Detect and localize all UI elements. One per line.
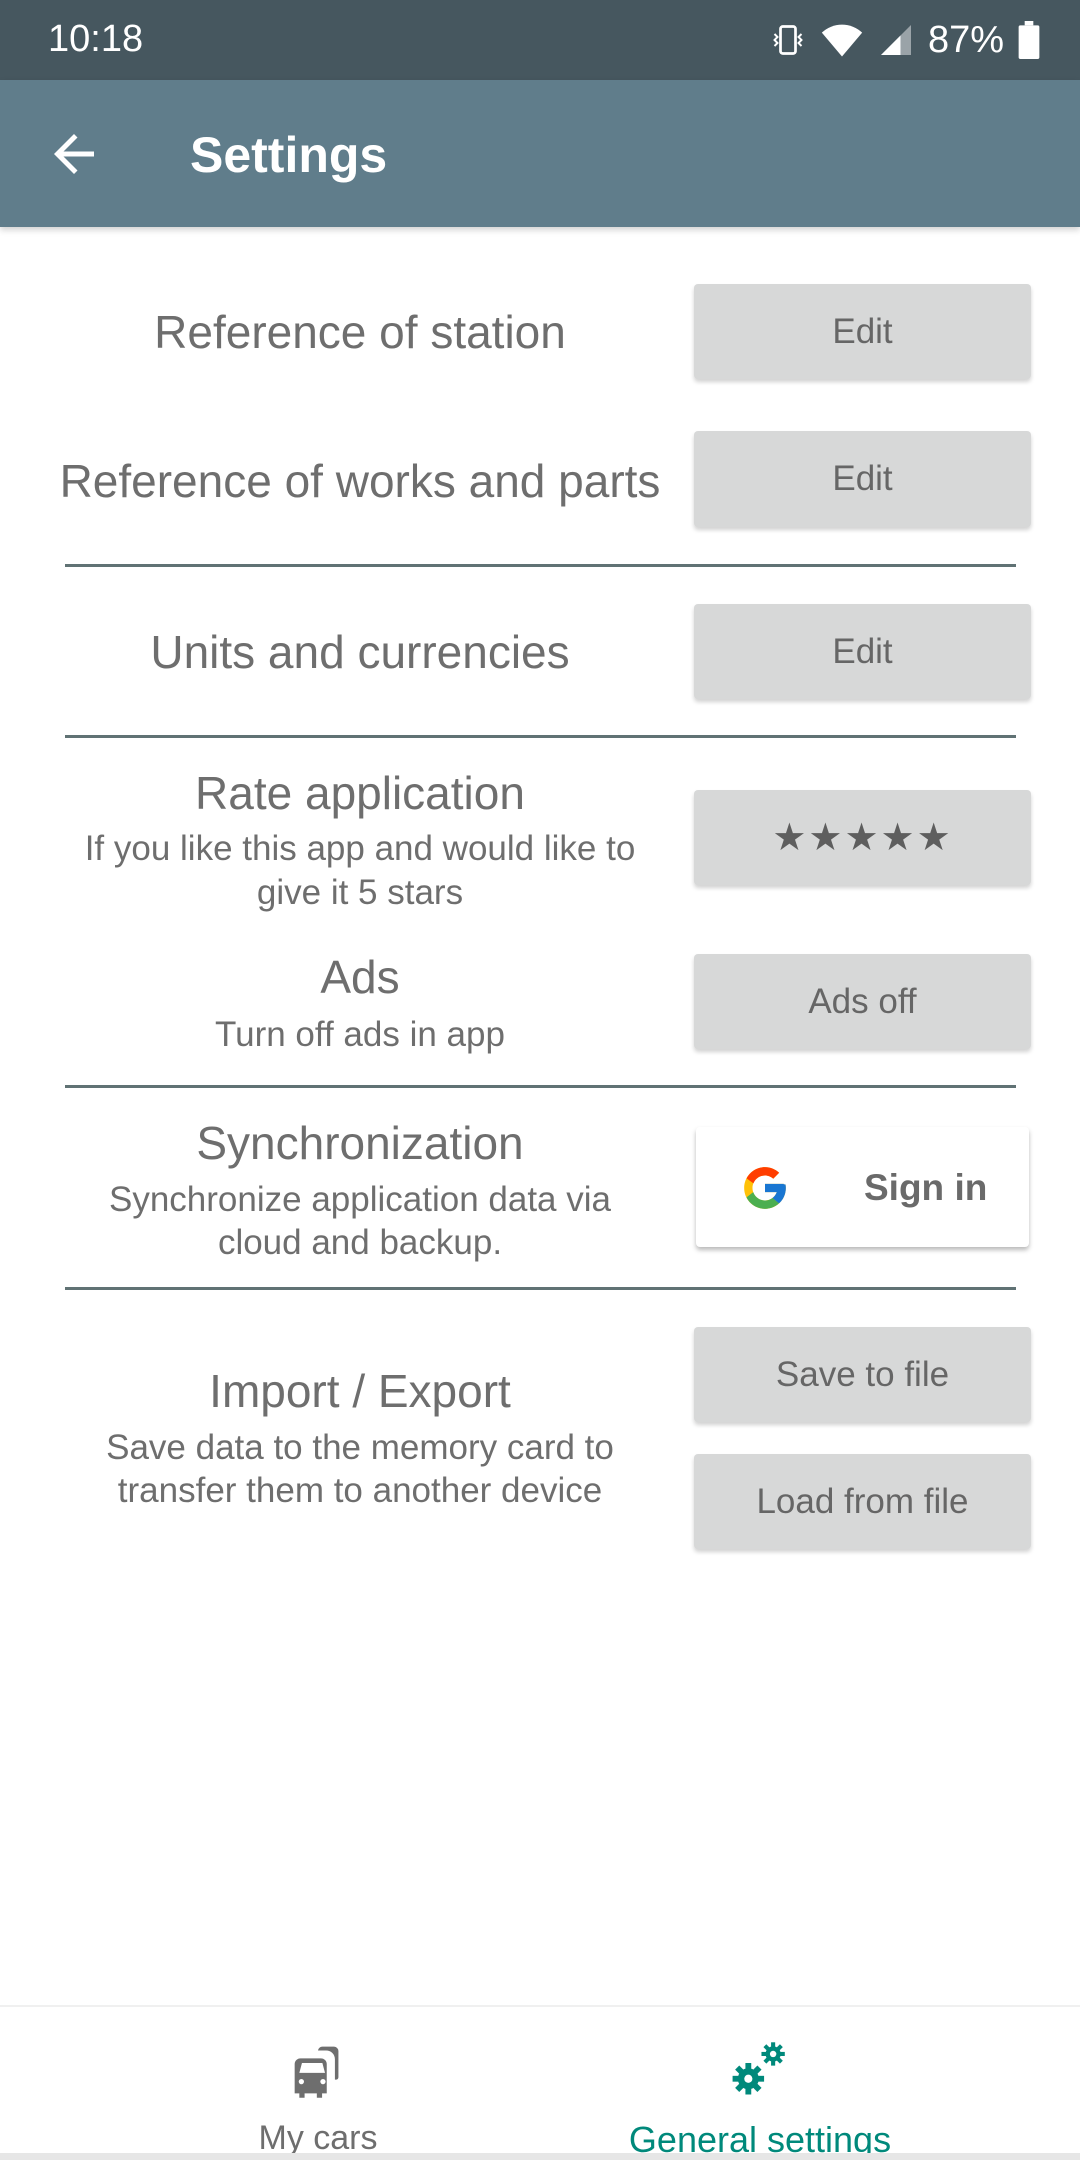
status-bar: 10:18 87% (0, 0, 1080, 80)
divider (65, 1085, 1016, 1088)
reference-works-edit-button[interactable]: Edit (694, 431, 1031, 527)
divider (65, 1287, 1016, 1290)
nav-item-general-settings[interactable]: General settings (490, 2007, 1030, 2160)
reference-works-label: Reference of works and parts (59, 455, 661, 507)
app-toolbar: Settings (0, 80, 1080, 227)
google-sign-in-button[interactable]: Sign in (696, 1127, 1029, 1247)
synchronization-subtitle-line2: cloud and backup. (217, 1223, 503, 1262)
rate-stars-button[interactable]: ★★★★★ (694, 790, 1031, 885)
import-export-subtitle-line2: transfer them to another device (117, 1471, 603, 1510)
bottom-navigation: My cars General settings (0, 2005, 1080, 2160)
units-currencies-label: Units and currencies (150, 626, 570, 678)
wifi-icon (821, 24, 863, 57)
status-time: 10:18 (48, 18, 144, 60)
synchronization-subtitle-line1: Synchronize application data via (109, 1180, 611, 1219)
reference-station-edit-button[interactable]: Edit (694, 284, 1031, 379)
load-from-file-button[interactable]: Load from file (694, 1454, 1031, 1549)
rate-application-title: Rate application (195, 767, 525, 819)
save-to-file-button[interactable]: Save to file (694, 1327, 1031, 1422)
status-icons: 87% (770, 18, 1040, 62)
units-currencies-edit-button[interactable]: Edit (694, 604, 1031, 699)
google-icon (744, 1167, 786, 1209)
ads-title: Ads (320, 951, 400, 1003)
cell-signal-icon (880, 25, 911, 55)
ads-subtitle: Turn off ads in app (215, 1015, 505, 1054)
back-arrow-icon[interactable] (44, 124, 104, 184)
system-nav-strip (0, 2153, 1080, 2160)
battery-icon (1018, 21, 1040, 59)
battery-percent: 87% (927, 18, 1004, 61)
cars-icon (294, 2046, 339, 2098)
synchronization-title: Synchronization (196, 1117, 524, 1169)
sign-in-label: Sign in (864, 1167, 988, 1208)
import-export-title: Import / Export (209, 1365, 511, 1417)
import-export-subtitle-line1: Save data to the memory card to (106, 1428, 614, 1467)
rate-application-subtitle-line1: If you like this app and would like to (84, 829, 636, 868)
gears-icon (732, 2042, 785, 2095)
rate-application-subtitle-line2: give it 5 stars (256, 873, 464, 912)
divider (65, 564, 1016, 567)
reference-station-label: Reference of station (154, 306, 566, 358)
page-title: Settings (190, 127, 388, 183)
divider (65, 735, 1016, 738)
ads-off-button[interactable]: Ads off (694, 954, 1031, 1049)
vibrate-icon (773, 25, 803, 55)
